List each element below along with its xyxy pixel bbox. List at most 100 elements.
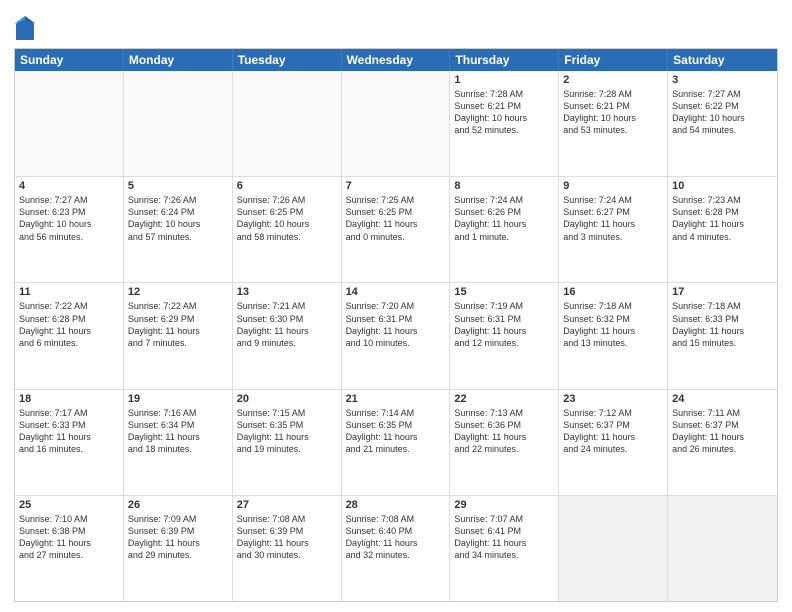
day-info: Sunrise: 7:16 AM Sunset: 6:34 PM Dayligh… — [128, 407, 228, 456]
calendar-cell: 1 Sunrise: 7:28 AM Sunset: 6:21 PM Daylig… — [450, 71, 559, 176]
day-number: 23 — [563, 393, 663, 405]
day-info: Sunrise: 7:25 AM Sunset: 6:25 PM Dayligh… — [346, 194, 446, 243]
calendar-cell: 24 Sunrise: 7:11 AM Sunset: 6:37 PM Dayli… — [668, 390, 777, 495]
day-info: Sunrise: 7:18 AM Sunset: 6:33 PM Dayligh… — [672, 300, 773, 349]
calendar-cell: 25 Sunrise: 7:10 AM Sunset: 6:38 PM Dayli… — [15, 496, 124, 601]
calendar-row: 25 Sunrise: 7:10 AM Sunset: 6:38 PM Dayli… — [15, 496, 777, 601]
calendar-cell: 4 Sunrise: 7:27 AM Sunset: 6:23 PM Daylig… — [15, 177, 124, 282]
calendar-header-cell: Sunday — [15, 49, 124, 71]
day-info: Sunrise: 7:28 AM Sunset: 6:21 PM Dayligh… — [454, 88, 554, 137]
calendar-header-cell: Friday — [559, 49, 668, 71]
day-info: Sunrise: 7:19 AM Sunset: 6:31 PM Dayligh… — [454, 300, 554, 349]
day-info: Sunrise: 7:18 AM Sunset: 6:32 PM Dayligh… — [563, 300, 663, 349]
day-number: 2 — [563, 74, 663, 86]
calendar-cell: 6 Sunrise: 7:26 AM Sunset: 6:25 PM Daylig… — [233, 177, 342, 282]
day-number: 28 — [346, 499, 446, 511]
calendar-cell: 11Sunrise: 7:22 AM Sunset: 6:28 PM Dayli… — [15, 283, 124, 388]
calendar-cell: 17 Sunrise: 7:18 AM Sunset: 6:33 PM Dayli… — [668, 283, 777, 388]
calendar-cell — [124, 71, 233, 176]
day-number: 9 — [563, 180, 663, 192]
day-number: 29 — [454, 499, 554, 511]
calendar-cell: 23 Sunrise: 7:12 AM Sunset: 6:37 PM Dayli… — [559, 390, 668, 495]
day-number: 6 — [237, 180, 337, 192]
calendar-cell: 21Sunrise: 7:14 AM Sunset: 6:35 PM Dayli… — [342, 390, 451, 495]
day-number: 22 — [454, 393, 554, 405]
calendar-header-row: SundayMondayTuesdayWednesdayThursdayFrid… — [15, 49, 777, 71]
day-info: Sunrise: 7:10 AM Sunset: 6:38 PM Dayligh… — [19, 513, 119, 562]
calendar-cell: 26 Sunrise: 7:09 AM Sunset: 6:39 PM Dayli… — [124, 496, 233, 601]
day-number: 24 — [672, 393, 773, 405]
calendar-row: 1 Sunrise: 7:28 AM Sunset: 6:21 PM Daylig… — [15, 71, 777, 177]
calendar-cell: 22 Sunrise: 7:13 AM Sunset: 6:36 PM Dayli… — [450, 390, 559, 495]
day-number: 1 — [454, 74, 554, 86]
calendar-cell — [15, 71, 124, 176]
calendar-cell: 7 Sunrise: 7:25 AM Sunset: 6:25 PM Daylig… — [342, 177, 451, 282]
day-number: 17 — [672, 286, 773, 298]
day-info: Sunrise: 7:15 AM Sunset: 6:35 PM Dayligh… — [237, 407, 337, 456]
day-info: Sunrise: 7:23 AM Sunset: 6:28 PM Dayligh… — [672, 194, 773, 243]
calendar-cell: 3 Sunrise: 7:27 AM Sunset: 6:22 PM Daylig… — [668, 71, 777, 176]
day-number: 16 — [563, 286, 663, 298]
calendar-cell: 28 Sunrise: 7:08 AM Sunset: 6:40 PM Dayli… — [342, 496, 451, 601]
calendar-row: 11Sunrise: 7:22 AM Sunset: 6:28 PM Dayli… — [15, 283, 777, 389]
day-info: Sunrise: 7:09 AM Sunset: 6:39 PM Dayligh… — [128, 513, 228, 562]
calendar-row: 18 Sunrise: 7:17 AM Sunset: 6:33 PM Dayli… — [15, 390, 777, 496]
day-info: Sunrise: 7:08 AM Sunset: 6:40 PM Dayligh… — [346, 513, 446, 562]
day-number: 4 — [19, 180, 119, 192]
calendar-cell: 5 Sunrise: 7:26 AM Sunset: 6:24 PM Daylig… — [124, 177, 233, 282]
header — [14, 10, 778, 42]
calendar-body: 1 Sunrise: 7:28 AM Sunset: 6:21 PM Daylig… — [15, 71, 777, 601]
calendar-header-cell: Monday — [124, 49, 233, 71]
calendar-cell: 27 Sunrise: 7:08 AM Sunset: 6:39 PM Dayli… — [233, 496, 342, 601]
day-number: 3 — [672, 74, 773, 86]
day-info: Sunrise: 7:14 AM Sunset: 6:35 PM Dayligh… — [346, 407, 446, 456]
day-info: Sunrise: 7:28 AM Sunset: 6:21 PM Dayligh… — [563, 88, 663, 137]
day-number: 14 — [346, 286, 446, 298]
day-info: Sunrise: 7:17 AM Sunset: 6:33 PM Dayligh… — [19, 407, 119, 456]
day-number: 26 — [128, 499, 228, 511]
calendar-cell — [668, 496, 777, 601]
day-info: Sunrise: 7:13 AM Sunset: 6:36 PM Dayligh… — [454, 407, 554, 456]
calendar-row: 4 Sunrise: 7:27 AM Sunset: 6:23 PM Daylig… — [15, 177, 777, 283]
day-info: Sunrise: 7:20 AM Sunset: 6:31 PM Dayligh… — [346, 300, 446, 349]
day-info: Sunrise: 7:26 AM Sunset: 6:24 PM Dayligh… — [128, 194, 228, 243]
day-number: 13 — [237, 286, 337, 298]
calendar-cell — [233, 71, 342, 176]
day-number: 5 — [128, 180, 228, 192]
day-number: 8 — [454, 180, 554, 192]
day-info: Sunrise: 7:08 AM Sunset: 6:39 PM Dayligh… — [237, 513, 337, 562]
day-number: 15 — [454, 286, 554, 298]
day-number: 7 — [346, 180, 446, 192]
calendar-header-cell: Saturday — [668, 49, 777, 71]
day-number: 10 — [672, 180, 773, 192]
calendar: SundayMondayTuesdayWednesdayThursdayFrid… — [14, 48, 778, 602]
calendar-cell: 2 Sunrise: 7:28 AM Sunset: 6:21 PM Daylig… — [559, 71, 668, 176]
calendar-cell — [559, 496, 668, 601]
day-number: 25 — [19, 499, 119, 511]
day-info: Sunrise: 7:07 AM Sunset: 6:41 PM Dayligh… — [454, 513, 554, 562]
calendar-cell: 20 Sunrise: 7:15 AM Sunset: 6:35 PM Dayli… — [233, 390, 342, 495]
day-info: Sunrise: 7:24 AM Sunset: 6:27 PM Dayligh… — [563, 194, 663, 243]
calendar-cell: 29 Sunrise: 7:07 AM Sunset: 6:41 PM Dayli… — [450, 496, 559, 601]
day-number: 20 — [237, 393, 337, 405]
day-info: Sunrise: 7:27 AM Sunset: 6:22 PM Dayligh… — [672, 88, 773, 137]
calendar-cell: 16 Sunrise: 7:18 AM Sunset: 6:32 PM Dayli… — [559, 283, 668, 388]
calendar-cell: 8Sunrise: 7:24 AM Sunset: 6:26 PM Daylig… — [450, 177, 559, 282]
calendar-cell: 19Sunrise: 7:16 AM Sunset: 6:34 PM Dayli… — [124, 390, 233, 495]
day-number: 12 — [128, 286, 228, 298]
day-number: 18 — [19, 393, 119, 405]
day-info: Sunrise: 7:12 AM Sunset: 6:37 PM Dayligh… — [563, 407, 663, 456]
page: SundayMondayTuesdayWednesdayThursdayFrid… — [0, 0, 792, 612]
day-info: Sunrise: 7:27 AM Sunset: 6:23 PM Dayligh… — [19, 194, 119, 243]
calendar-cell: 10 Sunrise: 7:23 AM Sunset: 6:28 PM Dayli… — [668, 177, 777, 282]
day-info: Sunrise: 7:26 AM Sunset: 6:25 PM Dayligh… — [237, 194, 337, 243]
calendar-cell: 18 Sunrise: 7:17 AM Sunset: 6:33 PM Dayli… — [15, 390, 124, 495]
calendar-cell: 14 Sunrise: 7:20 AM Sunset: 6:31 PM Dayli… — [342, 283, 451, 388]
day-info: Sunrise: 7:11 AM Sunset: 6:37 PM Dayligh… — [672, 407, 773, 456]
calendar-cell — [342, 71, 451, 176]
calendar-cell: 13Sunrise: 7:21 AM Sunset: 6:30 PM Dayli… — [233, 283, 342, 388]
day-number: 27 — [237, 499, 337, 511]
calendar-header-cell: Thursday — [450, 49, 559, 71]
day-info: Sunrise: 7:22 AM Sunset: 6:29 PM Dayligh… — [128, 300, 228, 349]
calendar-header-cell: Tuesday — [233, 49, 342, 71]
